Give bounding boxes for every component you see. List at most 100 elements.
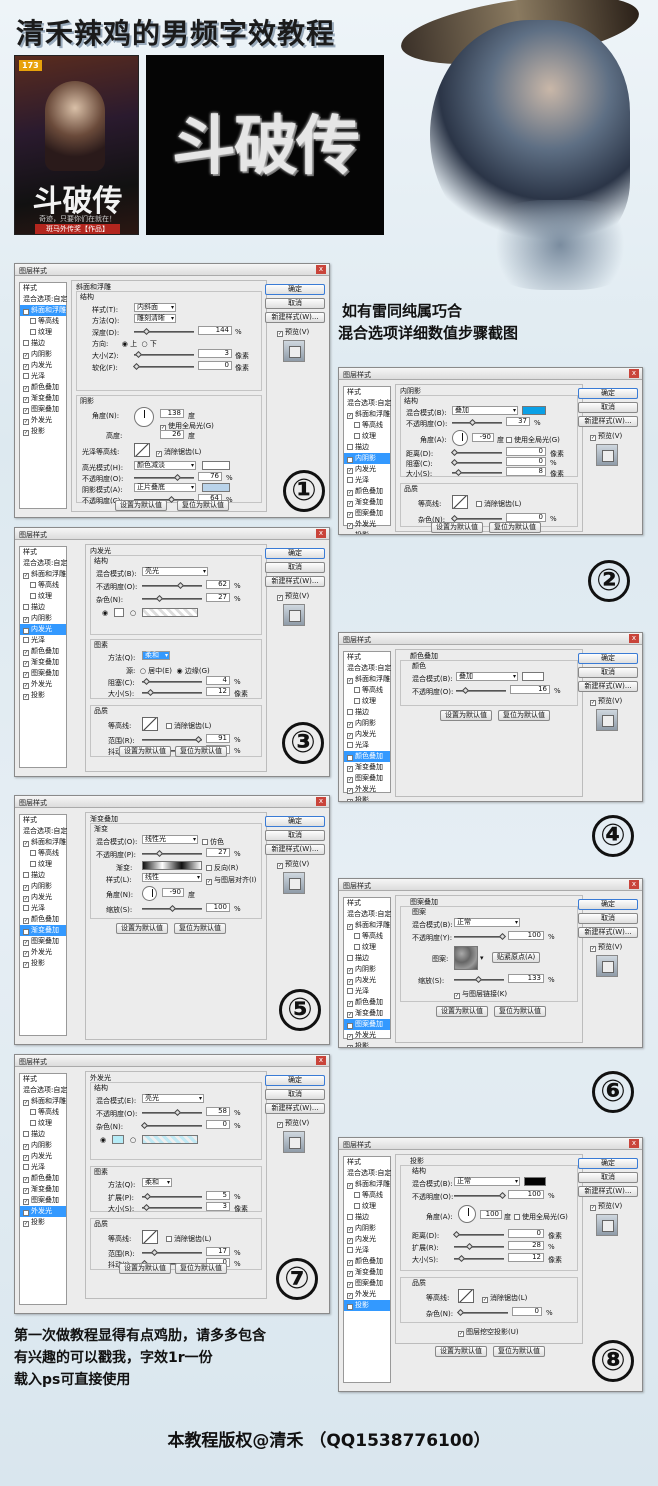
style-item-satin[interactable]: 光泽 xyxy=(344,1245,390,1256)
style-item-color-overlay[interactable]: ✓ 颜色叠加 xyxy=(20,646,66,657)
gradient-radio[interactable]: ○ xyxy=(130,1136,136,1144)
checkbox-icon[interactable] xyxy=(347,1247,353,1253)
checkbox-icon[interactable] xyxy=(354,933,360,939)
style-item-bevel[interactable]: ✓ 斜面和浮雕 xyxy=(344,1179,390,1190)
shadow-color-swatch[interactable] xyxy=(524,1177,546,1186)
new-style-button[interactable]: 新建样式(W)... xyxy=(265,576,325,587)
glow-gradient-picker[interactable] xyxy=(142,1135,198,1144)
choke-field[interactable]: 0 xyxy=(506,457,546,466)
choke-field[interactable]: 4 xyxy=(206,676,230,685)
blend-mode-select[interactable]: 亮光 xyxy=(142,567,208,576)
pattern-swatch[interactable] xyxy=(454,946,478,970)
set-default-button[interactable]: 设置为默认值 xyxy=(436,1006,488,1017)
highlight-color-swatch[interactable] xyxy=(202,461,230,470)
checkbox-icon[interactable]: ✓ xyxy=(23,419,29,425)
preview-checkbox[interactable]: ✓ 预览(V) xyxy=(277,1118,309,1128)
style-item-bevel[interactable]: ✓ 斜面和浮雕 xyxy=(344,409,390,420)
style-item-contour[interactable]: 等高线 xyxy=(344,420,390,431)
style-item-color-overlay[interactable]: ✓ 颜色叠加 xyxy=(344,751,390,762)
style-item-color-overlay[interactable]: ✓ 颜色叠加 xyxy=(20,914,66,925)
checkbox-icon[interactable] xyxy=(347,444,353,450)
style-item-bevel[interactable]: ✓ 斜面和浮雕 xyxy=(20,1096,66,1107)
checkbox-icon[interactable]: ✓ xyxy=(23,1221,29,1227)
new-style-button[interactable]: 新建样式(W)... xyxy=(578,927,638,938)
style-item-gradient-overlay[interactable]: ✓ 渐变叠加 xyxy=(20,657,66,668)
angle-field[interactable]: -90 xyxy=(472,433,494,442)
checkbox-icon[interactable]: ✓ xyxy=(347,457,353,463)
checkbox-icon[interactable]: ✓ xyxy=(347,1227,353,1233)
opacity-slider[interactable] xyxy=(142,849,202,858)
align-row[interactable]: ✓ 与图层对齐(I) xyxy=(206,875,257,885)
angle-field[interactable]: 100 xyxy=(480,1210,502,1219)
checkbox-icon[interactable] xyxy=(23,905,29,911)
style-item-pattern-overlay[interactable]: ✓ 图案叠加 xyxy=(20,668,66,679)
cancel-button[interactable]: 取消 xyxy=(578,667,638,678)
size-field[interactable]: 12 xyxy=(206,687,230,696)
ok-button[interactable]: 确定 xyxy=(265,548,325,559)
style-item-pattern-overlay[interactable]: ✓ 图案叠加 xyxy=(20,1195,66,1206)
style-item-pattern-overlay[interactable]: ✓ 图案叠加 xyxy=(344,773,390,784)
reset-default-button[interactable]: 复位为默认值 xyxy=(494,1006,546,1017)
checkbox-icon[interactable]: ✓ xyxy=(23,885,29,891)
checkbox-icon[interactable]: ✓ xyxy=(23,929,29,935)
choke-slider[interactable] xyxy=(450,458,502,467)
close-icon[interactable]: x xyxy=(316,529,326,538)
ok-button[interactable]: 确定 xyxy=(578,388,638,399)
angle-dial[interactable] xyxy=(134,407,154,427)
size-field[interactable]: 12 xyxy=(508,1253,544,1262)
checkbox-icon[interactable] xyxy=(354,433,360,439)
style-item-bevel[interactable]: ✓ 斜面和浮雕 xyxy=(20,837,66,848)
technique-select[interactable]: 柔和 xyxy=(142,1178,172,1187)
cancel-button[interactable]: 取消 xyxy=(265,830,325,841)
style-item-pattern-overlay[interactable]: ✓ 图案叠加 xyxy=(344,1278,390,1289)
style-item-drop-shadow[interactable]: ✓投影 xyxy=(344,795,390,801)
checkbox-icon[interactable] xyxy=(354,1203,360,1209)
opacity-field[interactable]: 100 xyxy=(508,1190,544,1199)
checkbox-icon[interactable] xyxy=(23,1164,29,1170)
opacity-slider[interactable] xyxy=(454,932,507,941)
style-item-texture[interactable]: 纹理 xyxy=(20,591,66,602)
checkbox-icon[interactable] xyxy=(30,329,36,335)
ok-button[interactable]: 确定 xyxy=(265,1075,325,1086)
checkbox-icon[interactable]: ✓ xyxy=(23,896,29,902)
preview-checkbox[interactable]: ✓ 预览(V) xyxy=(590,696,622,706)
checkbox-icon[interactable]: ✓ xyxy=(347,1183,353,1189)
checkbox-icon[interactable]: ✓ xyxy=(23,918,29,924)
distance-field[interactable]: 0 xyxy=(506,447,546,456)
close-icon[interactable]: x xyxy=(316,797,326,806)
knockout-row[interactable]: ✓ 图层挖空投影(U) xyxy=(458,1327,519,1337)
glow-color-swatch[interactable] xyxy=(112,1135,124,1144)
opacity-slider[interactable] xyxy=(142,581,202,590)
spread-field[interactable]: 28 xyxy=(508,1241,544,1250)
style-item-satin[interactable]: 光泽 xyxy=(344,740,390,751)
style-item-inner-shadow[interactable]: ✓ 内阴影 xyxy=(20,349,66,360)
checkbox-icon[interactable]: ✓ xyxy=(347,468,353,474)
noise-slider[interactable] xyxy=(142,594,202,603)
style-item-drop-shadow[interactable]: ✓投影 xyxy=(344,1300,390,1311)
link-layer-row[interactable]: ✓ 与图层链接(K) xyxy=(454,989,507,999)
size-slider[interactable] xyxy=(134,350,194,359)
checkbox-icon[interactable]: ✓ xyxy=(23,1188,29,1194)
noise-slider[interactable] xyxy=(140,1121,202,1130)
style-item-blend[interactable]: 混合选项:自定 xyxy=(344,398,391,409)
style-item-inner-glow[interactable]: ✓ 内发光 xyxy=(344,464,390,475)
global-light-row[interactable]: 使用全局光(G) xyxy=(506,435,560,445)
shadow-color-swatch[interactable] xyxy=(202,483,230,492)
radio-edge[interactable]: ◉ 边缘(G) xyxy=(177,667,210,675)
style-item-blend[interactable]: 混合选项:自定 xyxy=(20,294,67,305)
style-item-outer-glow[interactable]: ✓ 外发光 xyxy=(344,1030,390,1041)
style-item-bevel[interactable]: ✓ 斜面和浮雕 xyxy=(344,674,390,685)
style-item-color-overlay[interactable]: ✓ 颜色叠加 xyxy=(344,486,390,497)
checkbox-icon[interactable] xyxy=(354,944,360,950)
checkbox-icon[interactable]: ✓ xyxy=(347,968,353,974)
ok-button[interactable]: 确定 xyxy=(578,1158,638,1169)
close-icon[interactable]: x xyxy=(629,369,639,378)
checkbox-icon[interactable]: ✓ xyxy=(23,1210,29,1216)
style-item-outer-glow[interactable]: ✓ 外发光 xyxy=(20,947,66,958)
style-item-inner-shadow[interactable]: ✓ 内阴影 xyxy=(344,1223,390,1234)
radio-center[interactable]: ○ 居中(E) xyxy=(140,667,172,675)
opacity-field[interactable]: 16 xyxy=(510,685,550,694)
style-item-satin[interactable]: 光泽 xyxy=(20,1162,66,1173)
style-item-contour[interactable]: 等高线 xyxy=(20,1107,66,1118)
checkbox-icon[interactable] xyxy=(347,988,353,994)
